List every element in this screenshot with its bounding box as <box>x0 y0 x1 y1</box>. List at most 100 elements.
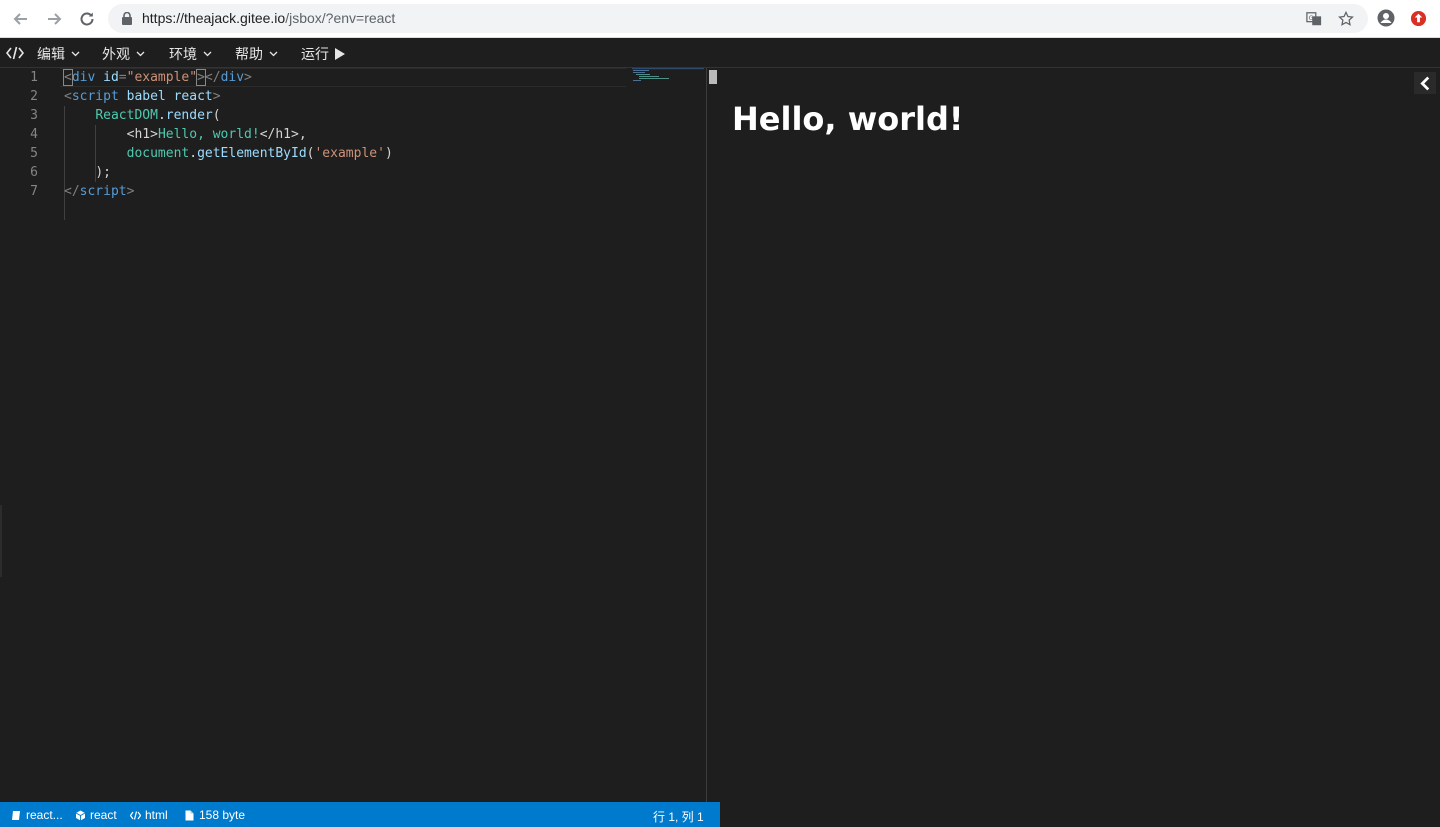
line-number: 4 <box>30 127 38 142</box>
menu-edit[interactable]: 编辑 <box>37 45 80 63</box>
code-token: script <box>71 89 119 104</box>
book-icon <box>12 810 20 820</box>
preview-pane: Hello, world! <box>720 68 1440 827</box>
code-token: id <box>103 70 119 85</box>
code-token: document <box>126 146 190 161</box>
code-line[interactable]: <div id="example"></div> <box>63 68 252 87</box>
code-token: . <box>189 146 198 161</box>
back-button[interactable] <box>9 7 33 31</box>
code-editor[interactable]: 1234567 <div id="example"></div> <script … <box>0 68 706 802</box>
reload-icon <box>80 12 94 26</box>
code-token: div <box>220 70 245 85</box>
status-size: 158 byte <box>184 808 245 822</box>
minimap[interactable] <box>632 68 704 82</box>
code-token: </ <box>64 184 80 199</box>
address-bar[interactable]: https://theajack.gitee.io/jsbox/?env=rea… <box>108 4 1368 33</box>
chevron-left-icon <box>1419 76 1429 90</box>
account-icon[interactable] <box>1377 9 1395 27</box>
file-icon <box>185 810 194 820</box>
code-token: . <box>157 108 166 123</box>
menu-help-label: 帮助 <box>235 46 263 62</box>
code-line[interactable]: <h1>Hello, world!</h1>, <box>64 125 307 144</box>
menu-bar: 编辑 外观 环境 帮助 运行 <box>0 39 1440 68</box>
forward-button[interactable] <box>42 7 66 31</box>
code-token: > <box>212 89 221 104</box>
code-token: render <box>165 108 213 123</box>
line-number: 3 <box>30 108 38 123</box>
code-token: = <box>118 70 127 85</box>
code-token: react <box>173 89 213 104</box>
collapse-preview-button[interactable] <box>1414 72 1436 94</box>
status-env[interactable]: react <box>75 808 117 822</box>
code-token: > <box>196 69 206 86</box>
code-token: > <box>244 70 252 85</box>
menu-appearance-label: 外观 <box>102 46 130 62</box>
status-size-label: 158 byte <box>199 808 246 822</box>
scrollbar-thumb[interactable] <box>709 70 717 84</box>
status-file-label: react... <box>26 808 63 822</box>
code-token: "example" <box>126 70 198 85</box>
code-token: babel <box>126 89 166 104</box>
menu-appearance[interactable]: 外观 <box>102 45 145 63</box>
status-cursor-label: 行 1, 列 1 <box>653 810 704 824</box>
status-language-label: html <box>145 808 168 822</box>
line-number: 2 <box>30 89 38 104</box>
line-number: 6 <box>30 165 38 180</box>
code-icon <box>130 810 141 820</box>
line-number: 1 <box>30 70 38 85</box>
code-icon[interactable] <box>6 45 24 61</box>
menu-environment-label: 环境 <box>169 46 197 62</box>
code-token: < <box>64 89 72 104</box>
line-number: 7 <box>30 184 38 199</box>
extension-icon[interactable] <box>1409 9 1427 27</box>
code-token: script <box>79 184 127 199</box>
translate-icon[interactable]: G <box>1305 10 1323 28</box>
code-token: ( <box>212 108 221 123</box>
code-line[interactable]: <script babel react> <box>64 87 221 106</box>
editor-scrollbar[interactable] <box>706 68 720 802</box>
status-language[interactable]: html <box>130 808 168 822</box>
code-token: ReactDOM <box>95 108 158 123</box>
url-host: https://theajack.gitee.io <box>142 10 286 26</box>
play-icon <box>335 48 345 60</box>
bookmark-star-icon[interactable] <box>1337 10 1355 28</box>
chevron-down-icon <box>136 51 145 57</box>
menu-edit-label: 编辑 <box>37 46 65 62</box>
menu-environment[interactable]: 环境 <box>169 45 212 63</box>
code-token: ); <box>95 165 111 180</box>
status-bar: react... react html 158 byte 行 1, 列 1 <box>0 802 720 827</box>
code-token: getElementById <box>197 146 307 161</box>
chevron-down-icon <box>203 51 212 57</box>
arrow-left-icon <box>13 13 27 25</box>
reload-button[interactable] <box>75 7 99 31</box>
browser-toolbar: https://theajack.gitee.io/jsbox/?env=rea… <box>0 0 1440 38</box>
code-line[interactable]: document.getElementById('example') <box>64 144 393 163</box>
arrow-right-icon <box>48 13 62 25</box>
code-token: 'example' <box>314 146 385 161</box>
status-file[interactable]: react... <box>11 808 63 822</box>
url-text: https://theajack.gitee.io/jsbox/?env=rea… <box>142 10 395 26</box>
chevron-down-icon <box>269 51 278 57</box>
code-line[interactable]: ); <box>64 163 111 182</box>
url-path: /jsbox/?env=react <box>285 10 396 26</box>
code-token: < <box>63 69 73 86</box>
menu-help[interactable]: 帮助 <box>235 45 278 63</box>
status-cursor-position[interactable]: 行 1, 列 1 <box>653 808 704 825</box>
code-line[interactable]: ReactDOM.render( <box>64 106 221 125</box>
preview-heading: Hello, world! <box>732 100 964 138</box>
status-env-label: react <box>90 808 117 822</box>
svg-text:G: G <box>1309 15 1314 22</box>
code-token: > <box>126 184 135 199</box>
run-button[interactable]: 运行 <box>301 45 345 63</box>
code-line[interactable]: </script> <box>64 182 134 201</box>
line-number-gutter: 1 2 3 4 5 6 7 <box>0 68 56 802</box>
code-token: , <box>298 127 307 142</box>
run-label: 运行 <box>301 46 329 62</box>
